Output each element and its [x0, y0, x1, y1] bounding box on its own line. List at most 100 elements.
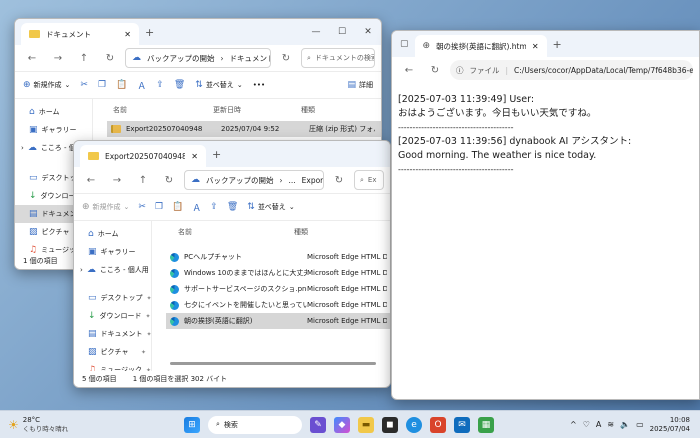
breadcrumb-0[interactable]: バックアップの開始: [147, 53, 215, 64]
office-icon[interactable]: O: [430, 416, 446, 433]
language-icon[interactable]: A: [596, 420, 601, 429]
sidebar-item-gallery[interactable]: ▣ ギャラリー: [74, 243, 151, 261]
sort-button[interactable]: ⇅ 並べ替え ⌄: [247, 202, 294, 212]
start-icon[interactable]: ⊞: [184, 416, 200, 433]
file-explorer-icon[interactable]: ▬: [358, 416, 374, 433]
new-tab-button[interactable]: +: [553, 38, 562, 51]
table-row[interactable]: 七夕にイベントを開催したいと思っています。子... Microsoft Edge…: [166, 297, 390, 313]
chevron-right-icon[interactable]: ›: [21, 144, 24, 152]
copilot-icon[interactable]: ◆: [334, 416, 350, 433]
breadcrumb-0[interactable]: バックアップの開始: [206, 175, 274, 186]
refresh-icon[interactable]: ↻: [158, 170, 180, 190]
new-button[interactable]: ⊕ 新規作成 ⌄: [82, 202, 129, 212]
new-button[interactable]: ⊕ 新規作成 ⌄: [23, 80, 70, 90]
table-row[interactable]: 朝の挨拶(英語に翻訳) Microsoft Edge HTML Docu: [166, 313, 390, 329]
refresh-icon[interactable]: ↻: [424, 60, 446, 80]
sidebar-item-home[interactable]: ⌂ ホーム: [74, 225, 151, 243]
paste-button[interactable]: 📋: [172, 202, 183, 212]
rename-button[interactable]: Ａ: [192, 201, 201, 214]
copy-button[interactable]: ❐: [155, 202, 163, 212]
close-icon[interactable]: ✕: [124, 30, 131, 39]
rename-button[interactable]: Ａ: [137, 79, 146, 92]
sidebar-item-desktop[interactable]: ▭ デスクトップ ✦: [74, 289, 152, 307]
up-arrow-icon[interactable]: ↑: [132, 170, 154, 190]
search-input[interactable]: ⌕ ドキュメントの検索: [301, 48, 375, 68]
sidebar-item-gallery[interactable]: ▣ ギャラリー: [15, 121, 92, 139]
chevron-right-icon[interactable]: ›: [80, 266, 83, 274]
tab-actions-icon[interactable]: ▢: [400, 39, 409, 49]
breadcrumb-2[interactable]: Export202507: [302, 176, 323, 185]
pin-icon[interactable]: ✦: [147, 331, 152, 338]
volume-icon[interactable]: 🔈: [620, 420, 630, 429]
sidebar-item-documents[interactable]: ▤ ドキュメント ✦: [74, 325, 152, 343]
wifi-icon[interactable]: ≋: [607, 420, 614, 429]
taskbar-search[interactable]: ⌕ 検索: [208, 415, 302, 434]
address-bar[interactable]: ⓘ ファイル | C:/Users/cocor/AppData/Local/Te…: [450, 60, 693, 80]
forward-arrow-icon[interactable]: →: [106, 170, 128, 190]
cut-button[interactable]: ✂: [138, 202, 146, 212]
column-name[interactable]: 名前: [152, 227, 294, 237]
up-arrow-icon[interactable]: ↑: [73, 48, 95, 68]
explorer-tab[interactable]: Export202507040948 ✕: [80, 145, 206, 167]
more-button[interactable]: •••: [253, 81, 265, 89]
sidebar-item-pictures[interactable]: ▨ ピクチャ ✦: [74, 343, 151, 361]
chevron-up-icon[interactable]: ^: [570, 420, 577, 429]
column-type[interactable]: 種類: [301, 105, 381, 115]
delete-button[interactable]: 🗑: [227, 202, 238, 212]
horizontal-scrollbar[interactable]: [170, 362, 376, 365]
address-bar[interactable]: ☁ バックアップの開始 › ... Export202507: [184, 170, 324, 190]
close-icon[interactable]: ✕: [532, 42, 539, 51]
back-arrow-icon[interactable]: ←: [398, 60, 420, 80]
maximize-button[interactable]: ☐: [329, 19, 355, 45]
table-row[interactable]: Export202507040948 2025/07/04 9:52 圧縮 (z…: [107, 121, 381, 137]
back-arrow-icon[interactable]: ←: [21, 48, 43, 68]
search-input[interactable]: ⌕ Ex: [354, 170, 384, 190]
browser-tab[interactable]: ⊕ 朝の挨拶(英語に翻訳).html ✕: [414, 35, 547, 57]
clock[interactable]: 10:08 2025/07/04: [650, 416, 690, 434]
column-date[interactable]: 更新日時: [213, 105, 301, 115]
widget-icon[interactable]: ✎: [310, 416, 326, 433]
minimize-button[interactable]: —: [303, 19, 329, 45]
sidebar-item-home[interactable]: ⌂ ホーム: [15, 103, 92, 121]
cut-button[interactable]: ✂: [80, 80, 88, 90]
copy-button[interactable]: ❐: [98, 80, 106, 90]
delete-button[interactable]: 🗑: [174, 80, 185, 90]
outlook-icon[interactable]: ✉: [454, 416, 470, 433]
breadcrumb-1[interactable]: ドキュメント: [230, 53, 271, 64]
address-bar[interactable]: ☁ バックアップの開始 › ドキュメント ›: [125, 48, 271, 68]
table-row[interactable]: サポートサービスページのスクショ.png Microsoft Edge HTML…: [166, 281, 390, 297]
column-type[interactable]: 種類: [294, 227, 374, 237]
refresh-icon[interactable]: ↻: [99, 48, 121, 68]
share-button[interactable]: ⇪: [210, 202, 218, 212]
explorer-tab[interactable]: ドキュメント ✕: [21, 23, 139, 45]
share-button[interactable]: ⇪: [156, 80, 164, 90]
close-window-button[interactable]: ✕: [355, 19, 381, 45]
battery-saver-icon[interactable]: ♡: [583, 420, 590, 429]
sidebar-item-downloads[interactable]: ↓ ダウンロード ✦: [74, 307, 151, 325]
info-icon[interactable]: ⓘ: [456, 65, 464, 76]
sort-button[interactable]: ⇅ 並べ替え ⌄: [195, 80, 242, 90]
close-icon[interactable]: ✕: [191, 152, 198, 161]
paste-button[interactable]: 📋: [116, 80, 127, 90]
explorer-window-export[interactable]: Export202507040948 ✕ + ← → ↑ ↻ ☁ バックアップの…: [73, 140, 391, 388]
refresh-icon[interactable]: ↻: [275, 48, 297, 68]
sidebar-item-onedrive[interactable]: › ☁ こころ - 個人用: [74, 261, 151, 279]
refresh-icon[interactable]: ↻: [328, 170, 350, 190]
browser-window[interactable]: ▢ ⊕ 朝の挨拶(英語に翻訳).html ✕ + ← ↻ ⓘ ファイル | C:…: [391, 30, 700, 400]
pin-icon[interactable]: ✦: [146, 313, 151, 320]
table-row[interactable]: Windows 10のままではほんとに大丈夫？.png Microsoft Ed…: [166, 265, 390, 281]
forward-arrow-icon[interactable]: →: [47, 48, 69, 68]
weather-widget[interactable]: ☀ 28°C くもり時々晴れ: [8, 416, 68, 434]
new-tab-button[interactable]: +: [212, 148, 221, 161]
battery-icon[interactable]: ▭: [636, 420, 644, 429]
pin-icon[interactable]: ✦: [147, 295, 152, 302]
new-tab-button[interactable]: +: [145, 26, 154, 39]
breadcrumb-1[interactable]: ...: [289, 176, 296, 185]
edge-icon[interactable]: e: [406, 416, 422, 433]
column-name[interactable]: 名前: [93, 105, 213, 115]
pin-icon[interactable]: ✦: [141, 349, 146, 356]
app2-icon[interactable]: ▦: [478, 416, 494, 433]
details-button[interactable]: ▤ 詳細: [347, 80, 373, 90]
table-row[interactable]: PCヘルプチャット Microsoft Edge HTML Docu: [166, 249, 390, 265]
app-icon[interactable]: ◼: [382, 416, 398, 433]
